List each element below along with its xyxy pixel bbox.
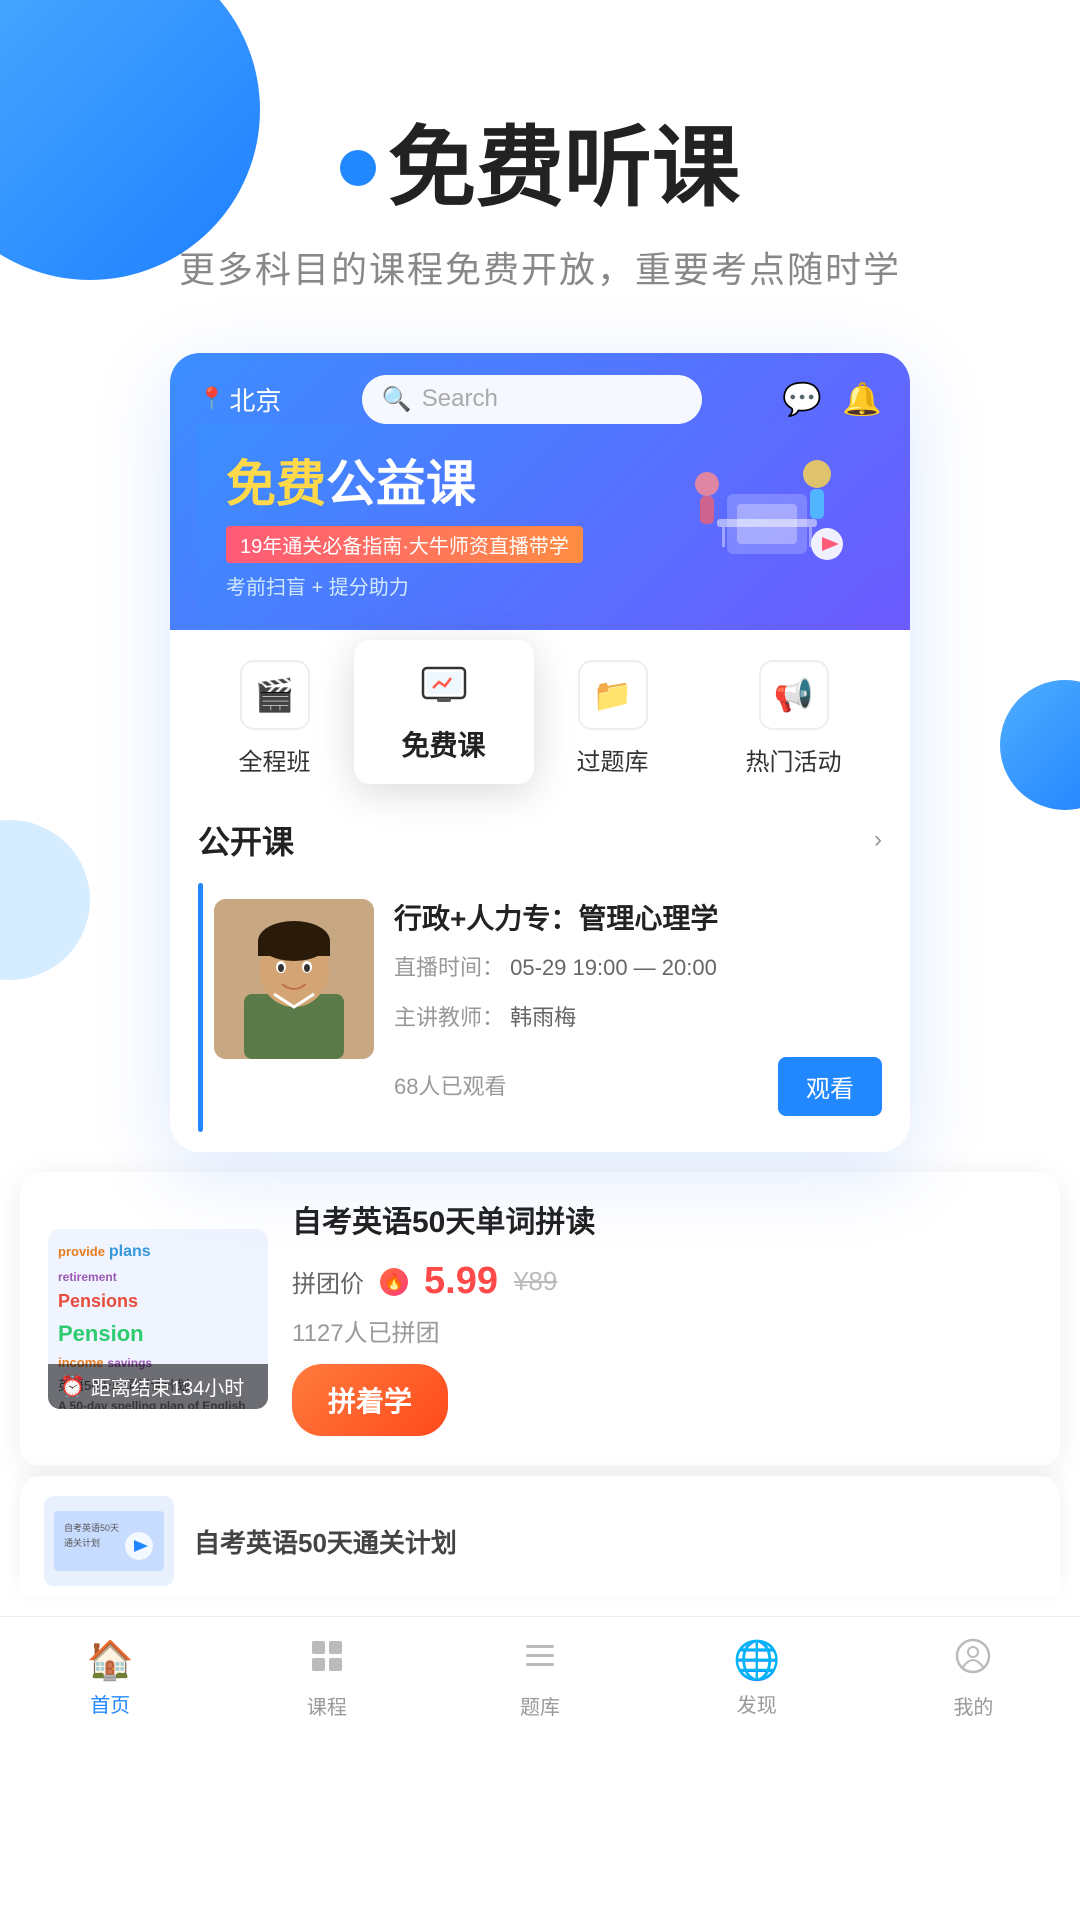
hero-dot bbox=[340, 150, 376, 186]
location-icon: 📍 bbox=[198, 386, 225, 412]
questions-label: 过题库 bbox=[577, 742, 649, 777]
partial-card: 自考英语50天 通关计划 自考英语50天通关计划 bbox=[20, 1476, 1060, 1596]
hero-title-row: 免费听课 bbox=[0, 120, 1080, 217]
questions-nav-icon bbox=[521, 1637, 559, 1685]
bottom-nav-discover[interactable]: 🌐 发现 bbox=[733, 1639, 780, 1718]
profile-icon bbox=[954, 1637, 992, 1685]
app-card-wrapper: 📍 北京 🔍 Search 💬 🔔 免费公益课 19年通关必备指南·大牛师资直播… bbox=[170, 353, 910, 1152]
course-teacher: 主讲教师： 韩雨梅 bbox=[394, 998, 882, 1038]
bottom-nav-profile[interactable]: 我的 bbox=[953, 1637, 993, 1720]
course-title: 行政+人力专：管理心理学 bbox=[394, 899, 882, 938]
price-new: 5.99 bbox=[424, 1260, 498, 1303]
clock-icon: ⏰ bbox=[60, 1374, 85, 1399]
courses-icon bbox=[308, 1637, 346, 1685]
svg-text:通关计划: 通关计划 bbox=[64, 1537, 100, 1548]
bottom-nav-courses[interactable]: 课程 bbox=[307, 1637, 347, 1720]
blue-indicator bbox=[198, 883, 203, 1132]
course-info: 行政+人力专：管理心理学 直播时间： 05-29 19:00 — 20:00 主… bbox=[394, 899, 882, 1116]
time-label: 直播时间： bbox=[394, 955, 504, 980]
banner-title-yellow: 免费 bbox=[226, 456, 326, 512]
header-icons: 💬 🔔 bbox=[782, 380, 882, 418]
teacher-value: 韩雨梅 bbox=[510, 1005, 576, 1030]
message-icon[interactable]: 💬 bbox=[782, 380, 822, 418]
price-row: 拼团价 🔥 5.99 ¥89 bbox=[292, 1260, 1032, 1303]
partial-card-image: 自考英语50天 通关计划 bbox=[44, 1496, 174, 1586]
freecourse-popup: 免费课 bbox=[354, 640, 534, 784]
nav-item-questions[interactable]: 📁 过题库 bbox=[577, 660, 649, 777]
course-views: 68人已观看 bbox=[394, 1069, 506, 1101]
activities-icon: 📢 bbox=[759, 660, 829, 730]
bg-decor-circle-right bbox=[1000, 680, 1080, 810]
nav-icons-row: 🎬 全程班 免费课 🖥️ 免费 bbox=[170, 630, 910, 797]
group-count: 1127人已拼团 bbox=[292, 1313, 1032, 1348]
svg-text:自考英语50天: 自考英语50天 bbox=[64, 1522, 119, 1533]
profile-label: 我的 bbox=[953, 1691, 993, 1720]
watch-button[interactable]: 观看 bbox=[778, 1057, 882, 1116]
questions-icon: 📁 bbox=[578, 660, 648, 730]
banner-tag: 19年通关必备指南·大牛师资直播带学 bbox=[226, 526, 583, 563]
partial-card-title: 自考英语50天通关计划 bbox=[194, 1523, 457, 1560]
price-icon: 🔥 bbox=[380, 1268, 408, 1296]
nav-item-fullcourse[interactable]: 🎬 全程班 bbox=[239, 660, 311, 777]
hero-section: 免费听课 更多科目的课程免费开放，重要考点随时学 bbox=[0, 0, 1080, 293]
section-title: 公开课 bbox=[198, 817, 294, 863]
section-header: 公开课 › bbox=[198, 817, 882, 863]
product-countdown: ⏰ 距离结束134小时 bbox=[48, 1364, 268, 1409]
bg-decor-circle-left bbox=[0, 820, 90, 980]
home-label: 首页 bbox=[90, 1689, 130, 1718]
search-placeholder: Search bbox=[422, 385, 498, 413]
hero-title-text: 免费听课 bbox=[388, 120, 740, 217]
questions-nav-label: 题库 bbox=[520, 1691, 560, 1720]
course-card-wrapper: 行政+人力专：管理心理学 直播时间： 05-29 19:00 — 20:00 主… bbox=[198, 883, 882, 1132]
countdown-text: 距离结束134小时 bbox=[91, 1372, 244, 1401]
discover-icon: 🌐 bbox=[733, 1639, 780, 1683]
popup-icon bbox=[386, 664, 502, 714]
nav-item-activities[interactable]: 📢 热门活动 bbox=[746, 660, 842, 777]
product-info: 自考英语50天单词拼读 拼团价 🔥 5.99 ¥89 1127人已拼团 拼着学 bbox=[292, 1202, 1032, 1436]
activities-label: 热门活动 bbox=[746, 742, 842, 777]
banner: 免费公益课 19年通关必备指南·大牛师资直播带学 考前扫盲 + 提分助力 bbox=[198, 424, 882, 630]
nav-item-freecourse[interactable]: 免费课 🖥️ 免费课 bbox=[408, 660, 480, 777]
teacher-photo bbox=[214, 899, 374, 1059]
group-buy-button[interactable]: 拼着学 bbox=[292, 1364, 448, 1436]
fullcourse-label: 全程班 bbox=[239, 742, 311, 777]
public-course-section: 公开课 › bbox=[170, 797, 910, 1152]
home-icon: 🏠 bbox=[87, 1639, 134, 1683]
fullcourse-icon: 🎬 bbox=[240, 660, 310, 730]
course-time: 直播时间： 05-29 19:00 — 20:00 bbox=[394, 948, 882, 988]
product-image: provide plans retirement Pensions Pensio… bbox=[48, 1229, 268, 1409]
teacher-label: 主讲教师： bbox=[394, 1005, 504, 1030]
section-more[interactable]: › bbox=[874, 826, 882, 854]
time-value: 05-29 19:00 — 20:00 bbox=[510, 955, 717, 980]
product-section: provide plans retirement Pensions Pensio… bbox=[20, 1172, 1060, 1466]
app-header: 📍 北京 🔍 Search 💬 🔔 免费公益课 19年通关必备指南·大牛师资直播… bbox=[170, 353, 910, 630]
courses-label: 课程 bbox=[307, 1691, 347, 1720]
course-card[interactable]: 行政+人力专：管理心理学 直播时间： 05-29 19:00 — 20:00 主… bbox=[198, 883, 882, 1132]
banner-title-white: 公益课 bbox=[326, 456, 476, 512]
discover-label: 发现 bbox=[737, 1689, 777, 1718]
location-button[interactable]: 📍 北京 bbox=[198, 381, 281, 418]
hero-subtitle: 更多科目的课程免费开放，重要考点随时学 bbox=[0, 241, 1080, 293]
location-text: 北京 bbox=[229, 381, 281, 418]
search-icon: 🔍 bbox=[382, 385, 412, 414]
product-title: 自考英语50天单词拼读 bbox=[292, 1202, 1032, 1244]
search-bar[interactable]: 🔍 Search bbox=[362, 375, 702, 424]
app-card: 📍 北京 🔍 Search 💬 🔔 免费公益课 19年通关必备指南·大牛师资直播… bbox=[170, 353, 910, 1152]
bottom-nav-home[interactable]: 🏠 首页 bbox=[87, 1639, 134, 1718]
bottom-nav-questions[interactable]: 题库 bbox=[520, 1637, 560, 1720]
bell-icon[interactable]: 🔔 bbox=[842, 380, 882, 418]
price-label: 拼团价 bbox=[292, 1264, 364, 1299]
price-old: ¥89 bbox=[514, 1266, 557, 1297]
app-header-top: 📍 北京 🔍 Search 💬 🔔 bbox=[198, 375, 882, 424]
banner-illustration bbox=[667, 434, 867, 599]
bottom-nav: 🏠 首页 课程 题库 🌐 发现 bbox=[0, 1616, 1080, 1750]
popup-label: 免费课 bbox=[386, 724, 502, 764]
